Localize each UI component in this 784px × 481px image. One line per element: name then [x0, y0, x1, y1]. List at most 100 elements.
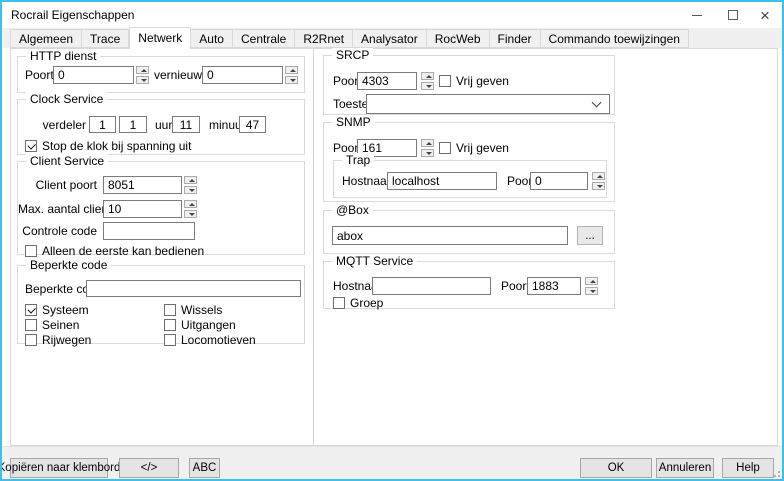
beperkte-code-input[interactable] [86, 280, 301, 297]
spin-down-icon[interactable] [184, 186, 197, 194]
locomotieven-checkbox-label: Locomotieven [181, 333, 256, 347]
cancel-button[interactable]: Annuleren [656, 458, 714, 478]
help-button[interactable]: Help [722, 458, 774, 478]
spin-up-icon[interactable] [184, 176, 197, 184]
clock-verdeler1-input[interactable]: 1 [89, 116, 116, 133]
mqtt-groep-checkbox-label: Groep [350, 296, 383, 310]
spin-up-icon[interactable] [421, 139, 434, 147]
client-poort-label: Client poort [18, 176, 97, 194]
spin-up-icon[interactable] [592, 172, 605, 180]
trap-poort-spinner [592, 172, 605, 190]
spin-up-icon[interactable] [184, 200, 197, 208]
spin-down-icon[interactable] [592, 182, 605, 190]
mqtt-groep-checkbox[interactable]: Groep [333, 296, 383, 310]
abox-input[interactable]: abox [332, 226, 568, 245]
tab-analysator[interactable]: Analysator [353, 29, 427, 48]
tab-auto[interactable]: Auto [191, 29, 233, 48]
splitter-sash[interactable] [313, 49, 314, 445]
srcp-vrij-geven-checkbox-label: Vrij geven [456, 74, 509, 88]
group-snmp: SNMP Poort 161 Vrij geven Trap Hostnaam … [323, 122, 615, 202]
tab-centrale[interactable]: Centrale [233, 29, 295, 48]
close-button[interactable]: × [750, 4, 780, 26]
spin-up-icon[interactable] [585, 277, 598, 285]
window-title: Rocrail Eigenschappen [11, 8, 134, 22]
checkbox-icon [25, 140, 37, 152]
mqtt-poort-input[interactable]: 1883 [527, 277, 581, 295]
tab-r2rnet[interactable]: R2Rnet [295, 29, 353, 48]
group-http-dienst: HTTP dienst Poort 0 vernieuwen 0 [17, 56, 305, 93]
spin-down-icon[interactable] [136, 76, 149, 84]
spin-up-icon[interactable] [136, 66, 149, 74]
group-clock-service-title: Clock Service [26, 92, 107, 106]
max-clients-spinner [184, 200, 197, 218]
abc-button[interactable]: ABC [189, 458, 220, 478]
trap-poort-input[interactable]: 0 [530, 172, 588, 190]
srcp-toestel-combobox[interactable] [366, 94, 610, 114]
checkbox-icon [164, 319, 176, 331]
clock-uur-input[interactable]: 11 [172, 116, 200, 133]
spin-up-icon[interactable] [421, 72, 434, 80]
group-trap-title: Trap [342, 153, 374, 167]
rijwegen-checkbox-label: Rijwegen [42, 333, 91, 347]
http-poort-input[interactable]: 0 [53, 66, 134, 84]
resize-grip[interactable] [772, 469, 780, 477]
controle-code-label: Controle code [18, 222, 97, 240]
checkbox-icon [25, 245, 37, 257]
dialog-footer: Kopiëren naar klembord </> ABC OK Annule… [2, 446, 782, 479]
tab-algemeen[interactable]: Algemeen [10, 29, 82, 48]
close-icon: × [760, 7, 770, 24]
snmp-poort-spinner [421, 139, 434, 157]
spin-down-icon[interactable] [421, 149, 434, 157]
controle-code-input[interactable] [103, 222, 195, 240]
systeem-checkbox[interactable]: Systeem [25, 303, 89, 317]
spin-down-icon[interactable] [585, 287, 598, 295]
seinen-checkbox[interactable]: Seinen [25, 318, 79, 332]
copy-to-clipboard-button[interactable]: Kopiëren naar klembord [10, 458, 108, 478]
mqtt-hostnaam-input[interactable] [372, 277, 491, 295]
eerste-bedienen-checkbox[interactable]: Alleen de eerste kan bedienen [25, 244, 204, 258]
http-vernieuwen-input[interactable]: 0 [202, 66, 283, 84]
spin-down-icon[interactable] [184, 210, 197, 218]
group-client-service: Client Service Client poort 8051 Max. aa… [17, 161, 305, 255]
tab-rocweb[interactable]: RocWeb [427, 29, 490, 48]
spin-up-icon[interactable] [285, 66, 298, 74]
tab-commando-toewijzingen[interactable]: Commando toewijzingen [541, 29, 689, 48]
tab-netwerk[interactable]: Netwerk [129, 27, 191, 49]
http-poort-spinner [136, 66, 149, 84]
snmp-vrij-geven-checkbox[interactable]: Vrij geven [439, 141, 509, 155]
max-clients-input[interactable]: 10 [103, 200, 182, 218]
tab-trace[interactable]: Trace [82, 29, 129, 48]
tab-finder[interactable]: Finder [490, 29, 541, 48]
rijwegen-checkbox[interactable]: Rijwegen [25, 333, 91, 347]
trap-hostnaam-input[interactable]: localhost [387, 172, 497, 190]
chevron-down-icon [592, 98, 602, 108]
checkbox-icon [164, 334, 176, 346]
clock-verdeler2-input[interactable]: 1 [119, 116, 147, 133]
minimize-button[interactable] [682, 4, 712, 26]
group-abox: @Box abox ... [323, 210, 615, 254]
srcp-vrij-geven-checkbox[interactable]: Vrij geven [439, 74, 509, 88]
mqtt-poort-label: Poort [501, 277, 530, 295]
clock-verdeler-label: verdeler [18, 116, 86, 134]
rocrail-properties-dialog: Rocrail Eigenschappen × Algemeen Trace N… [0, 0, 784, 481]
srcp-poort-input[interactable]: 4303 [357, 72, 417, 90]
client-poort-spinner [184, 176, 197, 194]
code-view-button[interactable]: </> [119, 458, 179, 478]
uitgangen-checkbox[interactable]: Uitgangen [164, 318, 236, 332]
checkbox-icon [439, 75, 451, 87]
maximize-button[interactable] [718, 4, 748, 26]
max-clients-label: Max. aantal clients [18, 200, 97, 218]
group-client-service-title: Client Service [26, 154, 108, 168]
checkbox-icon [25, 334, 37, 346]
ok-button[interactable]: OK [580, 458, 652, 478]
http-poort-label: Poort [25, 66, 54, 84]
clock-minuut-input[interactable]: 47 [239, 116, 266, 133]
checkbox-icon [164, 304, 176, 316]
locomotieven-checkbox[interactable]: Locomotieven [164, 333, 256, 347]
abox-browse-button[interactable]: ... [577, 226, 603, 245]
client-poort-input[interactable]: 8051 [103, 176, 182, 194]
clock-stop-checkbox[interactable]: Stop de klok bij spanning uit [25, 139, 191, 153]
wissels-checkbox[interactable]: Wissels [164, 303, 222, 317]
spin-down-icon[interactable] [285, 76, 298, 84]
spin-down-icon[interactable] [421, 82, 434, 90]
